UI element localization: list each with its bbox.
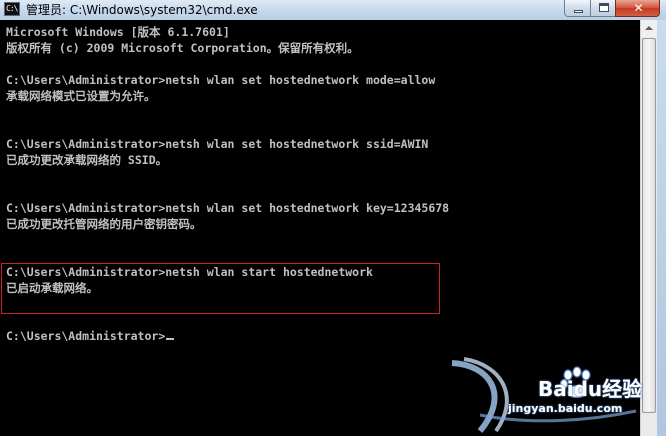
window-frame-right [657, 20, 666, 436]
close-button[interactable]: ✕ [615, 0, 660, 17]
maximize-icon [599, 3, 609, 12]
watermark-brand: Baidu经验 [538, 377, 643, 401]
text-cursor [166, 338, 175, 340]
console-line: Microsoft Windows [版本 6.1.7601] [6, 25, 230, 39]
prompt-text: C:\Users\Administrator> [6, 329, 166, 343]
title-bar[interactable]: C:\ 管理员: C:\Windows\system32\cmd.exe ✕ [0, 0, 666, 20]
console-line: 已成功更改承载网络的 SSID。 [6, 153, 168, 167]
minimize-icon [574, 10, 583, 13]
vertical-scrollbar[interactable] [640, 20, 657, 436]
baidu-watermark: Baidu经验 jingyan.baidu.com [450, 355, 642, 433]
cmd-window: C:\ 管理员: C:\Windows\system32\cmd.exe ✕ M… [0, 0, 666, 436]
console-prompt[interactable]: C:\Users\Administrator> [6, 328, 449, 344]
window-title: 管理员: C:\Windows\system32\cmd.exe [26, 3, 258, 17]
highlight-box [1, 263, 440, 314]
console-line: 版权所有 (c) 2009 Microsoft Corporation。保留所有… [6, 41, 359, 55]
minimize-button[interactable] [564, 0, 591, 17]
cmd-icon[interactable]: C:\ [4, 2, 20, 16]
console-line: C:\Users\Administrator>netsh wlan set ho… [6, 137, 429, 151]
console-line: 已成功更改托管网络的用户密钥密码。 [6, 217, 202, 231]
console-line: C:\Users\Administrator>netsh wlan set ho… [6, 201, 450, 215]
console-line: 承载网络模式已设置为允许。 [6, 89, 156, 103]
maximize-button[interactable] [590, 0, 616, 17]
close-icon: ✕ [633, 1, 644, 15]
watermark-url: jingyan.baidu.com [508, 402, 623, 415]
console-line: C:\Users\Administrator>netsh wlan set ho… [6, 73, 436, 87]
scroll-up-arrow-icon[interactable] [641, 20, 657, 37]
scroll-thumb[interactable] [642, 38, 656, 413]
